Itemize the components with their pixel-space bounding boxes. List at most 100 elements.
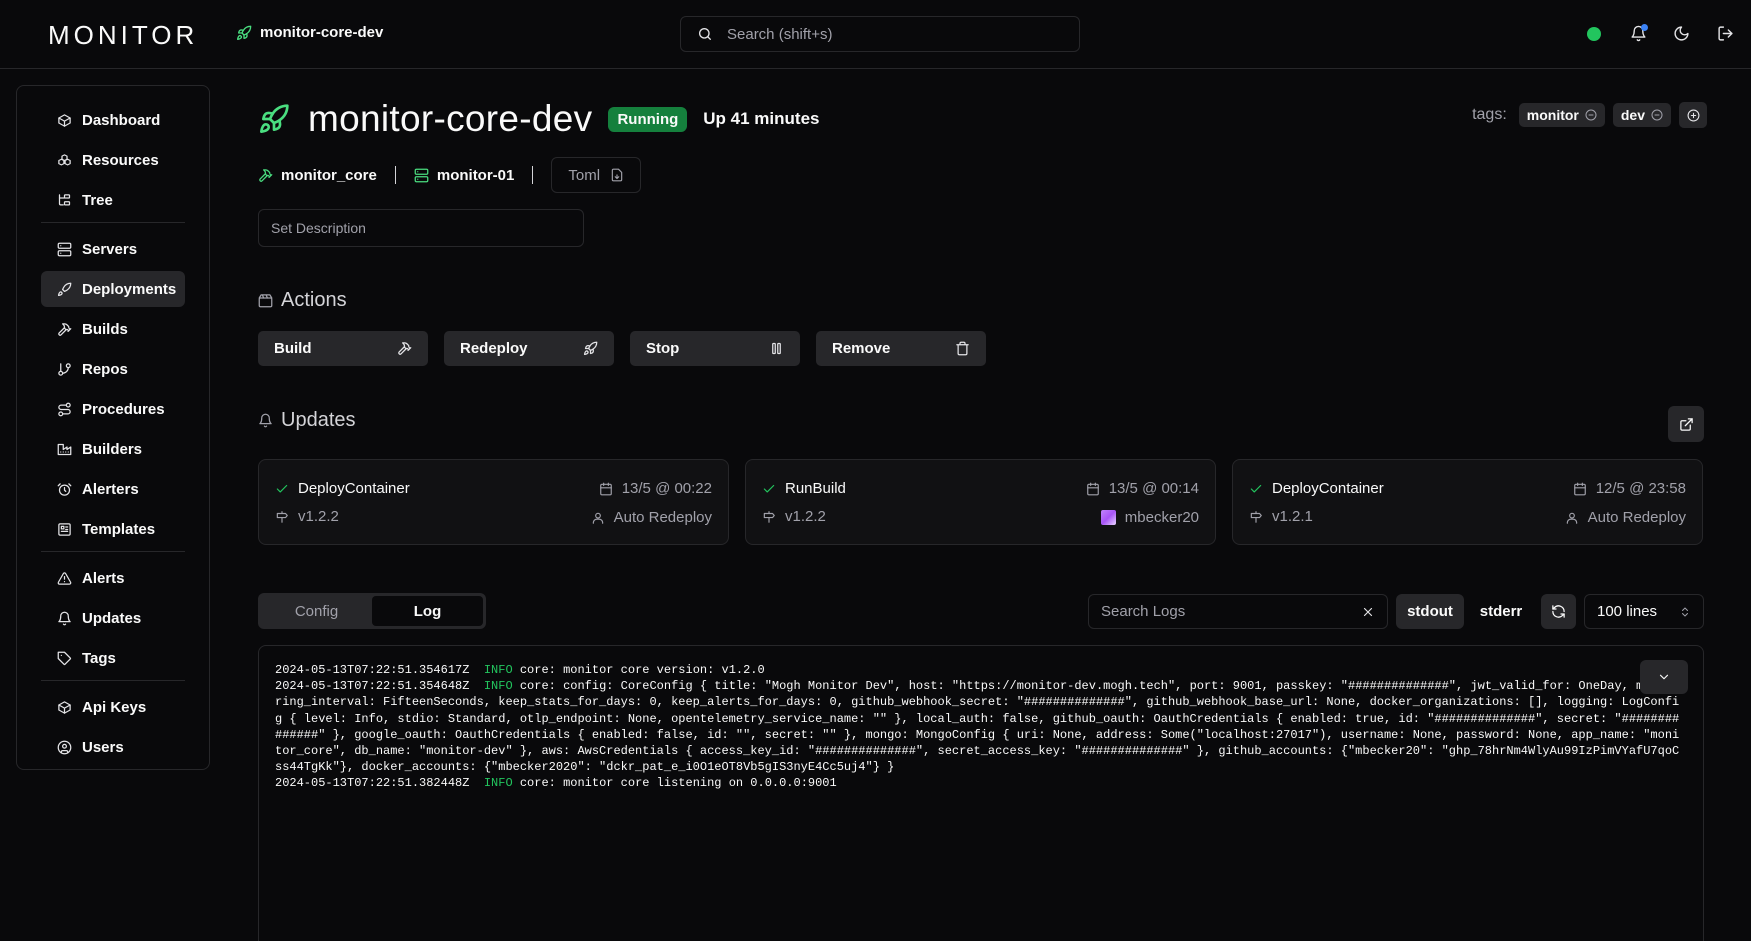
- sidebar-item-alerts[interactable]: Alerts: [41, 560, 185, 596]
- page-title: monitor-core-dev: [308, 98, 593, 139]
- user-label: Auto Redeploy: [613, 509, 712, 526]
- global-search[interactable]: Search (shift+s): [680, 16, 1080, 52]
- notification-badge: [1641, 24, 1648, 31]
- tag-dev[interactable]: dev: [1612, 103, 1671, 127]
- update-version: v1.2.1: [1249, 508, 1313, 525]
- sidebar-item-templates[interactable]: Templates: [41, 511, 185, 547]
- operation-label: DeployContainer: [1272, 480, 1384, 497]
- clear-x-icon[interactable]: [1361, 605, 1375, 619]
- build-button[interactable]: Build: [258, 331, 428, 366]
- sidebar-item-label: Resources: [82, 151, 159, 169]
- tag-label: dev: [1620, 107, 1645, 123]
- milestone-icon: [1250, 510, 1262, 523]
- sidebar-item-users[interactable]: Users: [41, 729, 185, 765]
- sidebar-item-label: Users: [82, 738, 124, 756]
- sidebar-item-label: Procedures: [82, 400, 165, 418]
- top-bar: MONITOR monitor-core-dev Search (shift+s…: [0, 0, 1751, 69]
- sidebar-item-label: Tree: [82, 191, 113, 209]
- logout-icon[interactable]: [1717, 25, 1734, 42]
- sidebar-item-label: Builders: [82, 440, 143, 458]
- operation-label: RunBuild: [785, 480, 846, 497]
- description-placeholder: Set Description: [271, 220, 366, 236]
- divider: [394, 166, 396, 184]
- lines-select[interactable]: 100 lines: [1584, 594, 1704, 629]
- remove-circle-icon[interactable]: [1585, 109, 1597, 121]
- breadcrumb-label: monitor-core-dev: [260, 24, 384, 41]
- sidebar-item-label: Alerters: [82, 480, 139, 498]
- section-title: Actions: [281, 289, 347, 311]
- theme-toggle-moon-icon[interactable]: [1673, 25, 1690, 42]
- button-label: Remove: [832, 340, 891, 357]
- sidebar-item-builds[interactable]: Builds: [41, 311, 185, 347]
- uptime-text: Up 41 minutes: [703, 109, 820, 128]
- actions-header: Actions: [258, 289, 347, 312]
- log-line: 2024-05-13T07:22:51.354617Z INFO core: m…: [275, 662, 1685, 678]
- user-icon: [592, 512, 603, 524]
- toml-button[interactable]: Toml: [551, 157, 642, 193]
- build-link[interactable]: monitor_core: [258, 167, 377, 184]
- tab-config[interactable]: Config: [261, 596, 372, 626]
- sidebar-item-procedures[interactable]: Procedures: [41, 391, 185, 427]
- log-search-input[interactable]: Search Logs: [1088, 594, 1388, 629]
- sidebar-item-updates[interactable]: Updates: [41, 600, 185, 636]
- rocket-icon: [260, 104, 289, 133]
- sidebar-item-label: Tags: [82, 649, 116, 667]
- hammer-icon: [259, 168, 273, 182]
- sidebar-item-resources[interactable]: Resources: [41, 142, 185, 178]
- redeploy-button[interactable]: Redeploy: [444, 331, 614, 366]
- description-input[interactable]: Set Description: [258, 209, 584, 247]
- update-card[interactable]: RunBuild v1.2.2 13/5 @ 00:14 mbecker20: [745, 459, 1216, 545]
- hammer-icon: [398, 342, 412, 355]
- server-link[interactable]: monitor-01: [414, 167, 514, 184]
- sidebar-item-repos[interactable]: Repos: [41, 351, 185, 387]
- sidebar-item-deployments[interactable]: Deployments: [41, 271, 185, 307]
- bell-icon: [58, 611, 71, 625]
- sidebar-item-alerters[interactable]: Alerters: [41, 471, 185, 507]
- update-card[interactable]: DeployContainer v1.2.1 12/5 @ 23:58 Auto…: [1232, 459, 1703, 545]
- tag-monitor[interactable]: monitor: [1518, 103, 1605, 127]
- add-tag-button[interactable]: [1679, 102, 1707, 128]
- stop-button[interactable]: Stop: [630, 331, 800, 366]
- check-icon: [276, 484, 288, 492]
- remove-button[interactable]: Remove: [816, 331, 986, 366]
- app-logo[interactable]: MONITOR: [48, 20, 198, 51]
- log-level: INFO: [483, 663, 513, 677]
- version-label: v1.2.1: [1272, 508, 1313, 525]
- config-log-tabs: Config Log: [258, 593, 486, 629]
- tag-label: monitor: [1526, 107, 1579, 123]
- calendar-icon: [1573, 482, 1586, 495]
- sidebar-item-label: Api Keys: [82, 698, 147, 716]
- boxes-icon: [58, 153, 71, 165]
- log-output[interactable]: 2024-05-13T07:22:51.354617Z INFO core: m…: [258, 645, 1704, 941]
- log-timestamp: 2024-05-13T07:22:51.382448Z: [275, 776, 470, 791]
- sidebar-divider: [41, 680, 185, 681]
- sidebar-item-servers[interactable]: Servers: [41, 231, 185, 267]
- remove-circle-icon[interactable]: [1651, 109, 1663, 121]
- calendar-icon: [599, 482, 612, 495]
- updates-list: DeployContainer v1.2.2 13/5 @ 00:22 Auto…: [258, 459, 1703, 545]
- check-icon: [1250, 484, 1262, 492]
- chevron-down-icon: [1659, 674, 1669, 680]
- breadcrumb[interactable]: monitor-core-dev: [236, 24, 383, 41]
- stderr-toggle[interactable]: stderr: [1470, 594, 1532, 629]
- search-icon: [699, 28, 711, 40]
- open-updates-button[interactable]: [1668, 406, 1704, 442]
- sidebar-item-tree[interactable]: Tree: [41, 182, 185, 218]
- sidebar-item-api-keys[interactable]: Api Keys: [41, 689, 185, 725]
- sidebar-item-tags[interactable]: Tags: [41, 640, 185, 676]
- update-card[interactable]: DeployContainer v1.2.2 13/5 @ 00:22 Auto…: [258, 459, 729, 545]
- scroll-to-bottom-button[interactable]: [1640, 660, 1688, 694]
- search-placeholder: Search (shift+s): [727, 25, 833, 43]
- plus-circle-icon: [1687, 109, 1699, 121]
- actions-bar: Build Redeploy Stop Remove: [258, 331, 986, 366]
- server-icon: [57, 242, 72, 256]
- tab-log[interactable]: Log: [372, 596, 483, 626]
- trash-icon: [956, 341, 969, 356]
- sidebar-item-builders[interactable]: Builders: [41, 431, 185, 467]
- log-line: 2024-05-13T07:22:51.354648Z INFO core: c…: [275, 678, 1685, 775]
- log-message: core: config: CoreConfig { title: "Mogh …: [275, 679, 1680, 775]
- sidebar-item-dashboard[interactable]: Dashboard: [41, 102, 185, 138]
- refresh-logs-button[interactable]: [1541, 594, 1576, 629]
- stdout-toggle[interactable]: stdout: [1396, 594, 1464, 629]
- clapperboard-icon: [258, 294, 273, 308]
